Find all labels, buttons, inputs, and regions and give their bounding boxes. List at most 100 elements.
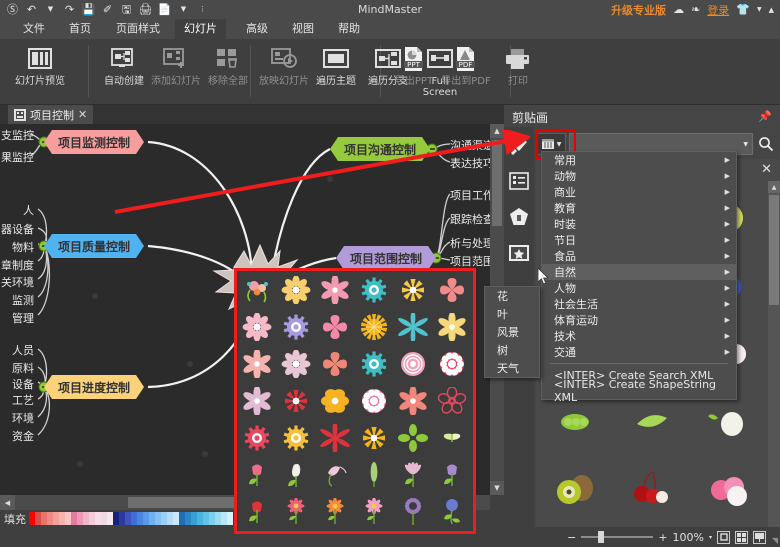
flower-clipart-item[interactable]: [393, 456, 432, 493]
category-menu-item-12[interactable]: 交通 ▶: [542, 344, 736, 360]
flower-clipart-item[interactable]: [315, 382, 354, 419]
flower-clipart-item[interactable]: [276, 382, 315, 419]
flower-clipart-item[interactable]: [354, 493, 393, 530]
zoom-slider-knob[interactable]: [598, 531, 605, 543]
close-icon[interactable]: ✕: [761, 162, 772, 177]
flower-clipart-item[interactable]: [237, 456, 276, 493]
category-menu-item-3[interactable]: 教育 ▶: [542, 200, 736, 216]
document-tab[interactable]: 项目控制 ✕: [8, 105, 94, 124]
flower-clipart-item[interactable]: [393, 419, 432, 456]
clipart-item[interactable]: [536, 453, 613, 521]
mindmap-leaf[interactable]: 物料: [0, 239, 34, 255]
mindmap-leaf[interactable]: 管理: [0, 310, 34, 326]
mindmap-leaf[interactable]: 人: [0, 202, 34, 218]
scroll-up-icon[interactable]: ▲: [768, 181, 780, 193]
flower-clipart-item[interactable]: [237, 382, 276, 419]
flower-clipart-item[interactable]: [237, 308, 276, 345]
shirt-icon[interactable]: 👕: [736, 3, 750, 16]
category-menu-item-7[interactable]: 自然 ▶: [542, 264, 736, 280]
flower-clipart-item[interactable]: [237, 345, 276, 382]
flower-clipart-item[interactable]: [354, 456, 393, 493]
flower-clipart-item[interactable]: [315, 419, 354, 456]
flower-clipart-item[interactable]: [432, 493, 471, 530]
mindmap-leaf[interactable]: 项目工作分: [450, 187, 490, 203]
category-menu-item-1[interactable]: 动物 ▶: [542, 168, 736, 184]
flower-clipart-item[interactable]: [315, 345, 354, 382]
mindmap-leaf[interactable]: 跟踪检查，: [450, 211, 490, 227]
mindmap-leaf[interactable]: 项目范围变: [450, 253, 490, 269]
zoom-out-button[interactable]: −: [567, 531, 576, 544]
ribbon-button-export-ppt[interactable]: PPT 导出PPT: [388, 41, 440, 101]
flower-clipart-item[interactable]: [354, 382, 393, 419]
ribbon-button-traverse-topic[interactable]: 遍历主题: [310, 41, 362, 101]
chevron-down-icon[interactable]: ▼: [743, 141, 748, 148]
flower-clipart-item[interactable]: [432, 308, 471, 345]
presentation-icon[interactable]: [753, 530, 766, 544]
flower-clipart-item[interactable]: [432, 419, 471, 456]
mindmap-leaf[interactable]: 设备: [0, 376, 34, 392]
menu-item-5[interactable]: 视图: [283, 19, 323, 39]
mindmap-leaf[interactable]: 原料: [0, 360, 34, 376]
category-menu-item-0[interactable]: 常用 ▶: [542, 152, 736, 168]
login-button[interactable]: 登录: [707, 2, 729, 18]
nature-submenu-item-1[interactable]: 叶: [485, 305, 539, 323]
flower-clipart-item[interactable]: [393, 308, 432, 345]
flower-clipart-item[interactable]: [237, 419, 276, 456]
clipart-item[interactable]: [690, 453, 767, 521]
flower-clipart-item[interactable]: [354, 345, 393, 382]
ribbon-button-play-slide[interactable]: 放映幻灯片: [258, 41, 310, 101]
nature-submenu-item-4[interactable]: 天气: [485, 359, 539, 377]
mindmap-leaf[interactable]: 人员: [0, 342, 34, 358]
flower-clipart-popup[interactable]: [234, 268, 476, 534]
menu-item-1[interactable]: 首页: [60, 19, 100, 39]
flower-clipart-item[interactable]: [315, 271, 354, 308]
mindmap-leaf[interactable]: 监测: [0, 292, 34, 308]
mindmap-leaf[interactable]: 表达技巧: [450, 155, 490, 171]
mindmap-node-2[interactable]: 项目进度控制: [44, 375, 144, 399]
ribbon-button-add-slide[interactable]: 添加幻灯片: [150, 41, 202, 101]
flower-clipart-item[interactable]: [393, 382, 432, 419]
flower-clipart-item[interactable]: [237, 271, 276, 308]
flower-clipart-item[interactable]: [432, 345, 471, 382]
upgrade-pro-button[interactable]: 升级专业版: [611, 2, 666, 18]
ribbon-button-export-pdf[interactable]: PDF 导出到PDF: [440, 41, 492, 101]
menu-item-6[interactable]: 帮助: [329, 19, 369, 39]
flower-clipart-item[interactable]: [276, 345, 315, 382]
category-menu-item-9[interactable]: 社会生活 ▶: [542, 296, 736, 312]
mindmap-node-1[interactable]: 项目质量控制: [44, 234, 144, 258]
scroll-left-icon[interactable]: ◀: [0, 495, 15, 510]
nature-submenu-item-3[interactable]: 树: [485, 341, 539, 359]
search-icon[interactable]: [756, 136, 776, 152]
ribbon-button-print[interactable]: 打印: [492, 41, 544, 101]
nature-submenu-item-2[interactable]: 风景: [485, 323, 539, 341]
flower-clipart-item[interactable]: [315, 456, 354, 493]
scroll-up-icon[interactable]: ▲: [490, 124, 504, 138]
flower-clipart-item[interactable]: [354, 308, 393, 345]
flower-clipart-item[interactable]: [276, 271, 315, 308]
zoom-in-button[interactable]: +: [658, 531, 667, 544]
category-menu-item-11[interactable]: 技术 ▶: [542, 328, 736, 344]
mindmap-node-4[interactable]: 项目范围控制: [336, 246, 436, 270]
ribbon-button-slide-preview[interactable]: 幻灯片预览: [14, 41, 66, 101]
mindmap-leaf[interactable]: 果监控: [0, 149, 34, 165]
scrollbar-thumb[interactable]: [492, 140, 502, 226]
category-menu-item-8[interactable]: 人物 ▶: [542, 280, 736, 296]
mindmap-leaf[interactable]: 章制度: [0, 257, 34, 273]
nature-submenu-item-0[interactable]: 花: [485, 287, 539, 305]
menu-item-3[interactable]: 幻灯片: [175, 19, 226, 39]
fit-page-icon[interactable]: [717, 530, 730, 544]
paintbrush-icon[interactable]: [504, 127, 534, 163]
list-icon[interactable]: [504, 163, 534, 199]
category-menu-item-6[interactable]: 食品 ▶: [542, 248, 736, 264]
category-menu-item-4[interactable]: 时装 ▶: [542, 216, 736, 232]
clipart-item[interactable]: [613, 453, 690, 521]
mindmap-leaf[interactable]: 关环境: [0, 274, 34, 290]
menu-item-4[interactable]: 高级: [237, 19, 277, 39]
scrollbar-thumb[interactable]: [769, 195, 779, 305]
resize-grip-icon[interactable]: ◥: [772, 536, 778, 545]
pin-icon[interactable]: 📌: [758, 110, 772, 123]
chevron-up-icon[interactable]: ▲: [769, 6, 774, 14]
flower-clipart-item[interactable]: [276, 493, 315, 530]
flower-clipart-item[interactable]: [393, 345, 432, 382]
menu-item-0[interactable]: 文件: [14, 19, 54, 39]
